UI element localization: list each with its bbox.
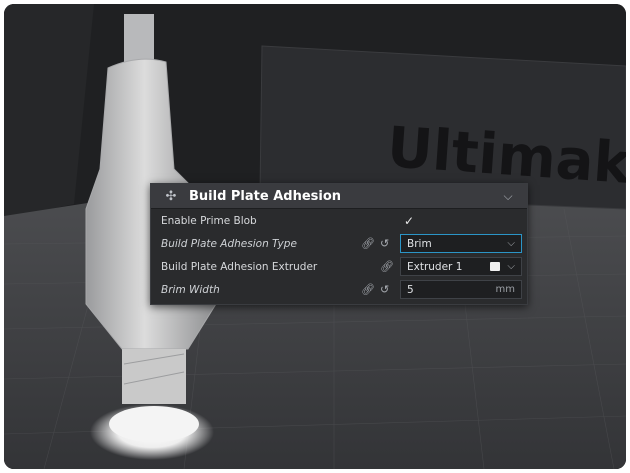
setting-row-brim-width: Brim Width 🔗︎ ↺ 5 mm <box>151 278 527 301</box>
setting-row-adhesion-type: Build Plate Adhesion Type 🔗︎ ↺ Brim ⌵ <box>151 232 527 255</box>
reset-icon[interactable]: ↺ <box>380 237 389 250</box>
unit-label: mm <box>495 284 515 295</box>
setting-label: Build Plate Adhesion Type <box>161 237 297 250</box>
link-icon[interactable]: 🔗︎ <box>361 237 375 250</box>
link-icon[interactable]: 🔗︎ <box>380 260 394 273</box>
checkbox-prime-blob[interactable]: ✓ <box>404 214 414 228</box>
category-header[interactable]: ✣ Build Plate Adhesion ⌵ <box>151 184 527 209</box>
category-title: Build Plate Adhesion <box>189 188 342 204</box>
setting-label: Enable Prime Blob <box>161 214 257 227</box>
chevron-down-icon[interactable]: ⌵ <box>499 189 517 204</box>
app-window: Ultimak ✣ Build Plate Adhesion ⌵ Enable … <box>4 4 626 469</box>
select-value: Extruder 1 <box>407 260 463 273</box>
settings-panel: ✣ Build Plate Adhesion ⌵ Enable Prime Bl… <box>150 183 528 305</box>
reset-icon[interactable]: ↺ <box>380 283 389 296</box>
adhesion-type-select[interactable]: Brim ⌵ <box>400 234 522 253</box>
setting-row-adhesion-extruder: Build Plate Adhesion Extruder 🔗︎ Extrude… <box>151 255 527 278</box>
select-value: Brim <box>407 237 432 250</box>
link-icon[interactable]: 🔗︎ <box>361 283 375 296</box>
adhesion-extruder-select[interactable]: Extruder 1 ⌵ <box>400 257 522 276</box>
extruder-color-swatch <box>490 262 501 271</box>
chevron-down-icon: ⌵ <box>507 261 515 272</box>
setting-label: Brim Width <box>161 283 220 296</box>
chevron-down-icon: ⌵ <box>507 238 515 249</box>
setting-label: Build Plate Adhesion Extruder <box>161 260 318 273</box>
brim-width-input[interactable]: 5 mm <box>400 280 522 299</box>
setting-row-prime-blob: Enable Prime Blob ✓ <box>151 209 527 232</box>
input-value: 5 <box>407 283 414 296</box>
settings-category-icon: ✣ <box>165 188 177 204</box>
